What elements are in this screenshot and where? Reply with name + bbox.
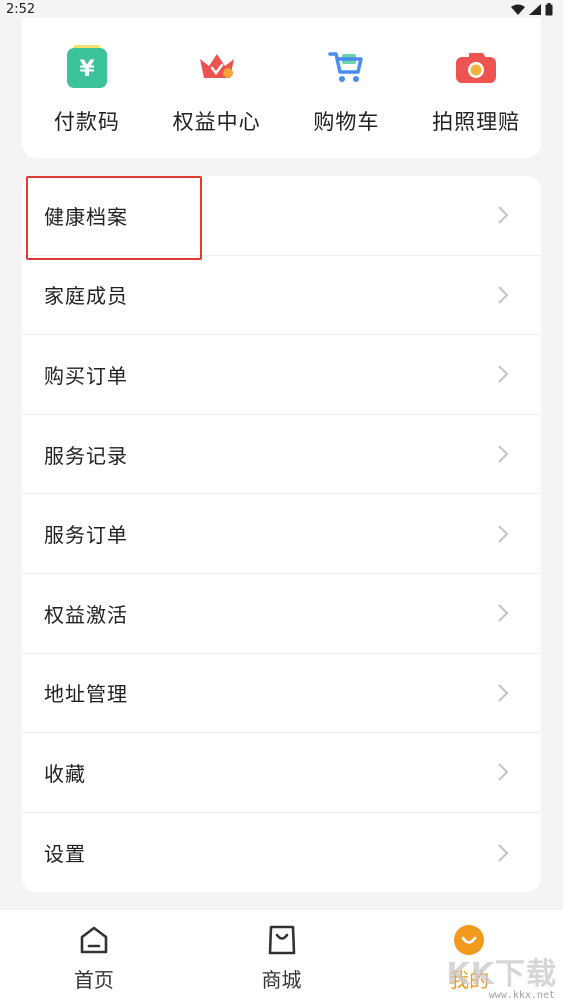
- menu-item-label: 家庭成员: [44, 284, 128, 309]
- chevron-right-icon: [497, 843, 509, 863]
- chevron-right-icon: [497, 762, 509, 782]
- tab-label: 我的: [449, 968, 490, 992]
- status-time: 2:52: [6, 1, 36, 17]
- quick-actions-card: ¥ 付款码 权益中心 购物车 拍照理赔: [22, 18, 541, 158]
- chevron-right-icon: [497, 364, 509, 384]
- camera-icon: [453, 44, 499, 90]
- menu-item-settings[interactable]: 设置: [22, 813, 541, 892]
- chevron-right-icon: [497, 524, 509, 544]
- cart-icon: [323, 44, 369, 90]
- quick-action-payment-code[interactable]: ¥ 付款码: [22, 18, 152, 158]
- menu-item-label: 权益激活: [44, 602, 128, 627]
- quick-action-label: 购物车: [313, 110, 380, 134]
- svg-text:¥: ¥: [79, 57, 95, 82]
- quick-action-benefits-center[interactable]: 权益中心: [152, 18, 282, 158]
- quick-action-photo-claim[interactable]: 拍照理赔: [411, 18, 541, 158]
- menu-item-label: 设置: [44, 842, 86, 867]
- signal-icon: [529, 3, 541, 15]
- chevron-right-icon: [497, 285, 509, 305]
- status-bar: 2:52: [0, 0, 563, 18]
- menu-item-health-records[interactable]: 健康档案: [22, 176, 541, 256]
- menu-item-label: 收藏: [44, 761, 86, 786]
- shopping-bag-icon: [264, 922, 300, 958]
- chevron-right-icon: [497, 683, 509, 703]
- chevron-right-icon: [497, 603, 509, 623]
- quick-action-label: 拍照理赔: [432, 110, 521, 134]
- menu-item-family-members[interactable]: 家庭成员: [22, 256, 541, 336]
- menu-item-label: 健康档案: [44, 204, 128, 229]
- menu-list: 健康档案 家庭成员 购买订单 服务记录 服务订单 权益激活 地址管理 收藏 设置: [22, 176, 541, 892]
- tab-mall[interactable]: 商城: [188, 910, 376, 1003]
- quick-action-cart[interactable]: 购物车: [282, 18, 412, 158]
- payment-code-icon: ¥: [64, 44, 110, 90]
- tab-label: 商城: [261, 968, 302, 992]
- menu-item-purchase-orders[interactable]: 购买订单: [22, 335, 541, 415]
- menu-item-label: 服务订单: [44, 523, 128, 548]
- menu-item-label: 地址管理: [44, 682, 128, 707]
- battery-icon: [545, 2, 553, 16]
- profile-smile-icon: [451, 922, 487, 958]
- home-icon: [76, 922, 112, 958]
- menu-item-favorites[interactable]: 收藏: [22, 733, 541, 813]
- quick-action-label: 付款码: [53, 110, 120, 134]
- menu-item-service-records[interactable]: 服务记录: [22, 415, 541, 495]
- menu-item-service-orders[interactable]: 服务订单: [22, 494, 541, 574]
- tab-home[interactable]: 首页: [0, 910, 188, 1003]
- chevron-right-icon: [497, 205, 509, 225]
- bottom-tab-bar: 首页 商城 我的: [0, 910, 563, 1003]
- menu-item-label: 购买订单: [44, 363, 128, 388]
- crown-icon: [194, 44, 240, 90]
- menu-item-label: 服务记录: [44, 443, 128, 468]
- tab-label: 首页: [73, 968, 114, 992]
- tab-mine[interactable]: 我的: [375, 910, 563, 1003]
- status-icons: [511, 2, 553, 16]
- wifi-icon: [511, 4, 525, 15]
- menu-item-address-management[interactable]: 地址管理: [22, 654, 541, 734]
- menu-item-benefit-activation[interactable]: 权益激活: [22, 574, 541, 654]
- quick-action-label: 权益中心: [172, 110, 261, 134]
- chevron-right-icon: [497, 444, 509, 464]
